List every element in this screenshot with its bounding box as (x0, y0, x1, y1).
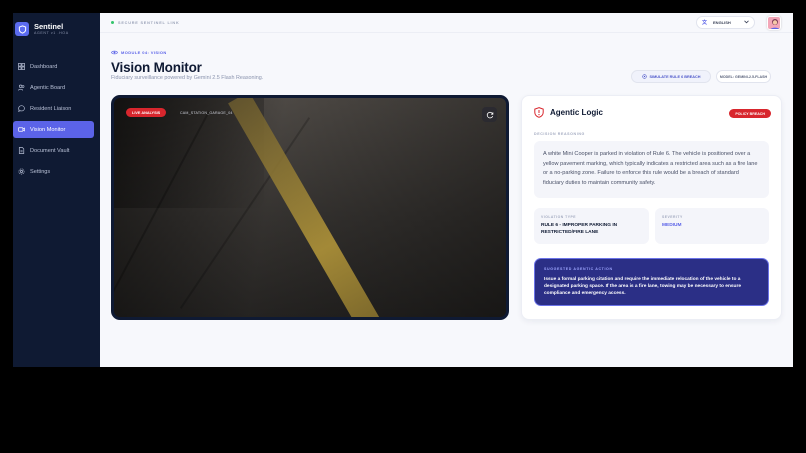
grid-icon (17, 63, 25, 71)
eye-icon (111, 50, 118, 55)
page-title: Vision Monitor (111, 60, 202, 75)
app-window: Sentinel AGENT v1 .HOA Dashboard Agentic… (13, 13, 793, 367)
avatar[interactable] (767, 16, 781, 30)
severity-card: SEVERITY MEDIUM (655, 208, 769, 244)
video-feed[interactable]: LIVE ANALYSIS CAM_STATION_GARAGE_04 (111, 95, 509, 320)
brand-title: Sentinel (34, 21, 64, 31)
decision-reasoning-label: DECISION REASONING (534, 132, 585, 136)
page-subtitle: Fiduciary surveillance powered by Gemini… (111, 75, 264, 81)
simulate-breach-label: SIMULATE RULE 6 BREACH (649, 74, 701, 79)
panel-title: Agentic Logic (550, 108, 603, 117)
sidebar-item-label: Resident Liaison (30, 105, 72, 112)
decision-reasoning-text: A white Mini Cooper is parked in violati… (534, 141, 769, 198)
simulate-breach-button[interactable]: SIMULATE RULE 6 BREACH (631, 70, 711, 83)
violation-type-label: VIOLATION TYPE (541, 215, 577, 219)
module-text: MODULE 04: VISION (121, 50, 167, 55)
sidebar-item-label: Dashboard (30, 63, 58, 70)
shield-alert-icon (534, 107, 544, 118)
brand[interactable]: Sentinel AGENT v1 .HOA (13, 18, 100, 40)
sidebar-item-document-vault[interactable]: Document Vault (13, 142, 94, 159)
chat-icon (17, 105, 25, 113)
sidebar-item-resident-liaison[interactable]: Resident Liaison (13, 100, 94, 117)
language-label: ENGLISH (713, 20, 731, 25)
suggested-action-text: Issue a formal parking citation and requ… (544, 277, 742, 297)
camera-id: CAM_STATION_GARAGE_04 (180, 111, 233, 115)
violation-type-card: VIOLATION TYPE RULE 6 - IMPROPER PARKING… (534, 208, 649, 244)
sidebar-item-dashboard[interactable]: Dashboard (13, 58, 94, 75)
shield-logo-icon (15, 22, 29, 36)
language-selector[interactable]: 文 ENGLISH (696, 16, 755, 29)
connection-status: SECURE SENTINEL LINK (118, 20, 180, 25)
brand-subtitle: AGENT v1 .HOA (34, 30, 69, 35)
live-analysis-badge: LIVE ANALYSIS (126, 108, 167, 117)
sidebar-item-label: Settings (30, 168, 51, 175)
sidebar-item-vision-monitor[interactable]: Vision Monitor (13, 121, 94, 138)
model-tag: MODEL: GEMINI-2.5-FLASH (716, 70, 771, 83)
sidebar-item-settings[interactable]: Settings (13, 163, 94, 180)
panel-header: Agentic Logic (534, 107, 603, 118)
refresh-icon (486, 111, 493, 118)
sidebar-item-agentic-board[interactable]: Agentic Board (13, 79, 94, 96)
suggested-action-card: SUGGESTED AGENTIC ACTION Issue a formal … (534, 258, 769, 306)
status-dot-icon (111, 21, 114, 24)
agentic-logic-panel: Agentic Logic POLICY BREACH DECISION REA… (521, 95, 782, 320)
translate-icon: 文 (702, 20, 708, 26)
users-icon (17, 84, 25, 92)
camera-icon (17, 126, 25, 134)
suggested-action-label: SUGGESTED AGENTIC ACTION (544, 267, 613, 271)
chevron-down-icon (744, 20, 749, 25)
module-label: MODULE 04: VISION (111, 49, 167, 56)
severity-value: MEDIUM (662, 223, 682, 228)
sidebar-item-label: Vision Monitor (30, 126, 66, 133)
refresh-button[interactable] (482, 107, 497, 122)
sidebar-item-label: Document Vault (30, 147, 70, 154)
severity-label: SEVERITY (662, 215, 683, 219)
sidebar: Sentinel AGENT v1 .HOA Dashboard Agentic… (13, 13, 100, 367)
gear-icon (17, 168, 25, 176)
target-icon (641, 74, 647, 79)
user-avatar-icon (770, 19, 780, 29)
document-icon (17, 147, 25, 155)
main-content: SECURE SENTINEL LINK 文 ENGLISH MODULE 04… (100, 13, 793, 367)
topbar: SECURE SENTINEL LINK (100, 13, 793, 33)
sidebar-nav: Dashboard Agentic Board Resident Liaison… (13, 58, 100, 180)
sidebar-item-label: Agentic Board (30, 84, 66, 91)
policy-breach-badge: POLICY BREACH (729, 109, 771, 118)
violation-type-value: RULE 6 - IMPROPER PARKING IN RESTRICTED/… (541, 223, 618, 235)
